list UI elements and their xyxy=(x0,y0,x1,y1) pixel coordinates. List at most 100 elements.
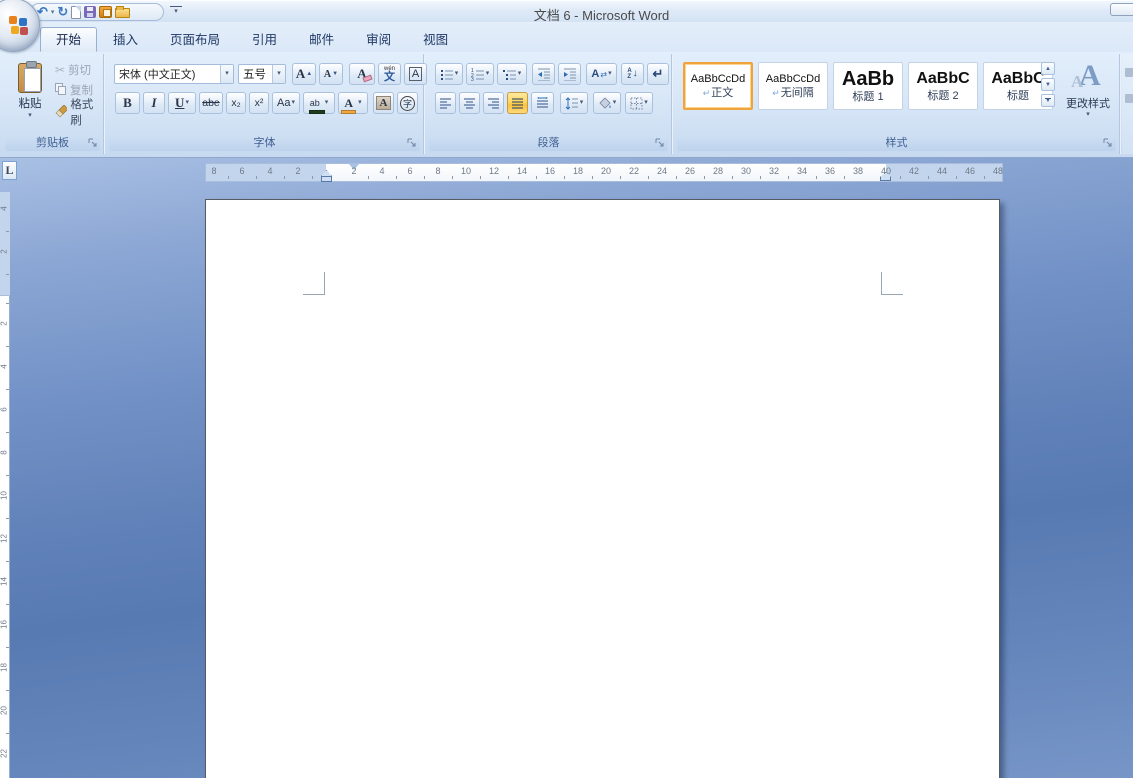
style-item-normal[interactable]: AaBbCcDd ↵正文 xyxy=(683,62,753,110)
hnum: 16 xyxy=(544,166,555,176)
character-shading-button[interactable]: A xyxy=(373,92,394,114)
borders-button[interactable]: ▾ xyxy=(625,92,653,114)
font-size-dropdown-icon[interactable]: ▾ xyxy=(272,65,285,83)
font-dialog-launcher-icon[interactable] xyxy=(406,137,418,149)
format-painter-button[interactable]: 格式刷 xyxy=(55,99,103,127)
asian-layout-icon: A xyxy=(591,68,600,80)
change-styles-button[interactable]: AA 更改样式 ▾ xyxy=(1062,60,1114,138)
change-case-button[interactable]: Aa ▾ xyxy=(272,92,300,114)
cut-button[interactable]: ✂ 剪切 xyxy=(55,60,91,79)
distribute-button[interactable] xyxy=(531,92,554,114)
svg-text:3: 3 xyxy=(471,77,474,81)
font-color-button[interactable]: A ▾ xyxy=(338,92,368,114)
text-highlight-button[interactable]: ab ▾ xyxy=(303,92,335,114)
highlight-dropdown-icon[interactable]: ▾ xyxy=(325,99,329,106)
change-case-dropdown-icon[interactable]: ▾ xyxy=(291,99,295,106)
hnum: 4 xyxy=(267,166,273,176)
vnum: 4 xyxy=(0,364,9,369)
tab-stop-selector[interactable]: L xyxy=(2,161,17,180)
vertical-ruler[interactable]: 4 2 2 4 6 8 10 12 14 16 18 20 22 xyxy=(0,192,10,778)
margin-corner-mark-top-left xyxy=(303,272,325,295)
font-size-combo[interactable]: 五号 ▾ xyxy=(238,64,286,84)
multilevel-dropdown-icon[interactable]: ▾ xyxy=(518,70,522,77)
horizontal-ruler[interactable]: 8 6 4 2 2 4 6 8 10 12 14 16 18 20 22 24 26 28 30 32 34 36 38 40… xyxy=(205,163,1003,182)
numbering-dropdown-icon[interactable]: ▾ xyxy=(486,70,490,77)
font-color-dropdown-icon[interactable]: ▾ xyxy=(358,99,362,106)
bullets-dropdown-icon[interactable]: ▾ xyxy=(455,70,459,77)
character-border-button[interactable]: A xyxy=(404,63,427,85)
change-styles-dropdown-icon[interactable]: ▾ xyxy=(1086,111,1090,118)
minimize-button[interactable] xyxy=(1110,3,1133,16)
tab-review[interactable]: 审阅 xyxy=(350,27,407,52)
bullets-button[interactable]: ▾ xyxy=(435,63,463,85)
undo-dropdown-icon[interactable]: ▾ xyxy=(51,8,55,16)
tab-mailings[interactable]: 邮件 xyxy=(293,27,350,52)
asian-layout-dropdown-icon[interactable]: ▾ xyxy=(608,70,612,77)
bold-button[interactable]: B xyxy=(115,92,140,114)
clear-formatting-button[interactable]: A xyxy=(349,63,375,85)
htick xyxy=(844,176,845,179)
group-paragraph: ▾ 123 ▾ ▾ A ⇄ ▾ AZ ↓ ↵ ▾ ▾ ▾ 段落 xyxy=(426,54,672,154)
format-painter-icon xyxy=(55,105,68,118)
tab-references[interactable]: 引用 xyxy=(236,27,293,52)
font-name-dropdown-icon[interactable]: ▾ xyxy=(220,65,233,83)
shading-button[interactable]: ▾ xyxy=(593,92,621,114)
show-hide-marks-button[interactable]: ↵ xyxy=(647,63,669,85)
line-spacing-dropdown-icon[interactable]: ▾ xyxy=(580,99,584,106)
styles-scroll-up-icon[interactable]: ▲ xyxy=(1041,62,1055,75)
asian-layout-button[interactable]: A ⇄ ▾ xyxy=(586,63,617,85)
tab-insert[interactable]: 插入 xyxy=(97,27,154,52)
superscript-button[interactable]: x² xyxy=(249,92,269,114)
styles-more-icon[interactable]: ▼ xyxy=(1041,94,1055,107)
phonetic-guide-button[interactable]: wén 文 xyxy=(378,63,401,85)
left-indent-marker[interactable] xyxy=(321,176,332,182)
align-center-button[interactable] xyxy=(459,92,480,114)
hnum: 6 xyxy=(407,166,413,176)
phonetic-guide-icon: wén 文 xyxy=(383,65,395,83)
redo-icon[interactable]: ↻ xyxy=(57,5,68,19)
increase-indent-button[interactable] xyxy=(558,63,581,85)
styles-scroll-down-icon[interactable]: ▼ xyxy=(1041,78,1055,91)
italic-button[interactable]: I xyxy=(143,92,165,114)
paste-clipboard-icon xyxy=(18,61,42,93)
grow-font-button[interactable]: A ▲ xyxy=(292,63,316,85)
decrease-indent-button[interactable] xyxy=(532,63,555,85)
line-spacing-button[interactable]: ▾ xyxy=(560,92,588,114)
style-item-heading2[interactable]: AaBbC 标题 2 xyxy=(908,62,978,110)
vnum: 12 xyxy=(0,534,9,543)
font-name-combo[interactable]: 宋体 (中文正文) ▾ xyxy=(114,64,234,84)
shrink-font-button[interactable]: A ▼ xyxy=(319,63,343,85)
document-page[interactable] xyxy=(205,199,1000,778)
borders-dropdown-icon[interactable]: ▾ xyxy=(644,99,648,106)
style-item-no-spacing[interactable]: AaBbCcDd ↵无间隔 xyxy=(758,62,828,110)
subscript-button[interactable]: x₂ xyxy=(226,92,246,114)
align-left-button[interactable] xyxy=(435,92,456,114)
copy-icon xyxy=(55,83,67,96)
tab-page-layout[interactable]: 页面布局 xyxy=(154,27,236,52)
htick xyxy=(564,176,565,179)
justify-button[interactable] xyxy=(507,92,528,114)
underline-dropdown-icon[interactable]: ▾ xyxy=(185,99,189,106)
sort-button[interactable]: AZ ↓ xyxy=(621,63,644,85)
vtick xyxy=(6,518,9,519)
tab-view[interactable]: 视图 xyxy=(407,27,464,52)
numbering-button[interactable]: 123 ▾ xyxy=(466,63,494,85)
style-item-heading1[interactable]: AaBb 标题 1 xyxy=(833,62,903,110)
multilevel-list-button[interactable]: ▾ xyxy=(497,63,527,85)
paragraph-dialog-launcher-icon[interactable] xyxy=(654,137,666,149)
paste-button[interactable]: 粘贴 ▾ xyxy=(8,58,52,134)
paste-dropdown-icon[interactable]: ▾ xyxy=(28,112,32,119)
format-painter-label: 格式刷 xyxy=(70,98,94,127)
align-right-button[interactable] xyxy=(483,92,504,114)
enclose-characters-button[interactable]: 字 xyxy=(397,92,418,114)
underline-button[interactable]: U ▾ xyxy=(168,92,196,114)
clipboard-dialog-launcher-icon[interactable] xyxy=(87,137,99,149)
tab-home[interactable]: 开始 xyxy=(40,27,98,52)
hnum: 10 xyxy=(460,166,471,176)
hnum: 32 xyxy=(768,166,779,176)
styles-dialog-launcher-icon[interactable] xyxy=(1102,137,1114,149)
shading-dropdown-icon[interactable]: ▾ xyxy=(613,99,617,106)
strikethrough-button[interactable]: abe xyxy=(199,92,223,114)
style-preview: AaBbC xyxy=(916,69,970,87)
decrease-indent-icon xyxy=(537,68,550,81)
